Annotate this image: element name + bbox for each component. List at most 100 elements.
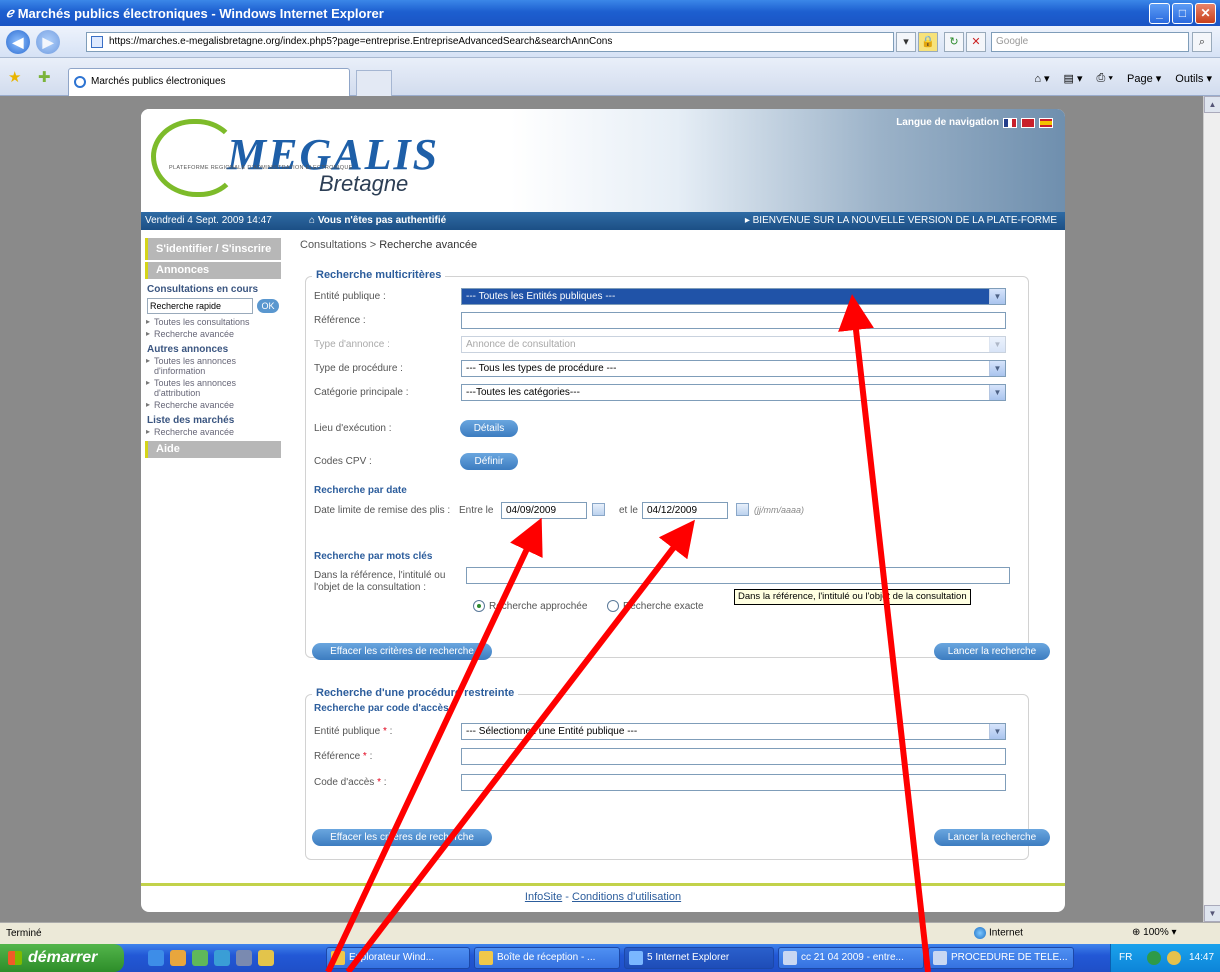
start-button[interactable]: démarrer <box>0 944 124 972</box>
quick-search-input[interactable]: Recherche rapide <box>147 298 253 314</box>
refresh-icon[interactable]: ↻ <box>944 32 964 52</box>
quicklaunch-desktop-icon[interactable] <box>214 950 230 966</box>
restricted-reference-input[interactable] <box>461 748 1006 765</box>
tray-messenger-icon[interactable] <box>1167 951 1181 965</box>
forward-button[interactable]: ▶ <box>36 30 60 54</box>
sidebar-login[interactable]: S'identifier / S'inscrire <box>145 238 281 260</box>
type-procedure-select[interactable]: --- Tous les types de procédure --- ▼ <box>461 360 1006 377</box>
address-toolbar: ◀ ▶ https://marches.e-megalisbretagne.or… <box>0 26 1220 58</box>
maximize-button[interactable]: □ <box>1172 3 1193 24</box>
definir-button[interactable]: Définir <box>460 453 518 470</box>
home-icon[interactable]: ⌂ ▾ <box>1034 72 1049 85</box>
scroll-up-icon[interactable]: ▲ <box>1204 96 1220 113</box>
search-input[interactable]: Google <box>991 32 1189 52</box>
flag-fr-icon[interactable] <box>1003 117 1017 128</box>
scroll-down-icon[interactable]: ▼ <box>1204 905 1220 922</box>
entre-le-label: Entre le <box>459 505 494 516</box>
radio-exact[interactable] <box>607 600 619 612</box>
access-code-section-title: Recherche par code d'accès <box>314 703 449 714</box>
launch-search-button[interactable]: Lancer la recherche <box>934 643 1050 660</box>
inbox-icon <box>479 951 493 965</box>
security-zone: Internet <box>974 927 1023 939</box>
sidebar-item-marches-advanced-search[interactable]: Recherche avancée <box>145 427 281 437</box>
breadcrumb-separator: > <box>369 239 377 251</box>
welcome-message[interactable]: ▸ BIENVENUE SUR LA NOUVELLE VERSION DE L… <box>745 212 1057 230</box>
type-annonce-label: Type d'annonce : <box>314 339 390 350</box>
lock-icon[interactable]: 🔒 <box>918 32 938 52</box>
radio-approx[interactable] <box>473 600 485 612</box>
feeds-icon[interactable]: ▤ ▾ <box>1064 72 1083 85</box>
restricted-clear-button[interactable]: Effacer les critères de recherche <box>312 829 492 846</box>
calendar-icon[interactable] <box>592 503 605 516</box>
new-tab-button[interactable] <box>356 70 392 96</box>
quicklaunch-app-icon[interactable] <box>192 950 208 966</box>
favorites-star-icon[interactable]: ★ <box>8 68 21 86</box>
address-field[interactable]: https://marches.e-megalisbretagne.org/in… <box>86 32 894 52</box>
vertical-scrollbar[interactable]: ▲ ▼ <box>1203 96 1220 922</box>
sidebar-item-attribution-annonces[interactable]: Toutes les annonces d'attribution <box>145 378 281 398</box>
categorie-select[interactable]: ---Toutes les catégories--- ▼ <box>461 384 1006 401</box>
stop-icon[interactable]: ✕ <box>966 32 986 52</box>
date-to-input[interactable]: 04/12/2009 <box>642 502 728 519</box>
reference-input[interactable] <box>461 312 1006 329</box>
task-explorer[interactable]: Explorateur Wind... <box>326 947 470 969</box>
date-from-input[interactable]: 04/09/2009 <box>501 502 587 519</box>
sidebar-item-all-consultations[interactable]: Toutes les consultations <box>145 317 281 327</box>
taskbar: démarrer Explorateur Wind... Boîte de ré… <box>0 944 1220 972</box>
task-inbox[interactable]: Boîte de réception - ... <box>474 947 620 969</box>
sidebar-item-info-annonces[interactable]: Toutes les annonces d'information <box>145 356 281 376</box>
chevron-down-icon: ▼ <box>989 289 1005 304</box>
entite-select[interactable]: --- Toutes les Entités publiques --- ▼ <box>461 288 1006 305</box>
radio-approx-label: Recherche approchée <box>489 601 588 612</box>
clear-criteria-button[interactable]: Effacer les critères de recherche <box>312 643 492 660</box>
multicriteria-legend: Recherche multicritères <box>312 269 446 281</box>
type-procedure-value: --- Tous les types de procédure --- <box>466 363 617 374</box>
et-le-label: et le <box>619 505 638 516</box>
quicklaunch-messenger-icon[interactable] <box>258 950 274 966</box>
folder-icon <box>331 951 345 965</box>
sidebar-item-autres-advanced-search[interactable]: Recherche avancée <box>145 400 281 410</box>
task-internet-explorer[interactable]: 5 Internet Explorer <box>624 947 774 969</box>
sidebar-aide[interactable]: Aide <box>145 441 281 458</box>
sidebar-annonces[interactable]: Annonces <box>145 262 281 279</box>
flag-es-icon[interactable] <box>1039 117 1053 128</box>
close-button[interactable]: ✕ <box>1195 3 1216 24</box>
tools-menu[interactable]: Outils ▾ <box>1175 72 1212 85</box>
conditions-link[interactable]: Conditions d'utilisation <box>572 891 681 903</box>
restricted-entite-value: --- Sélectionnez une Entité publique --- <box>466 726 638 737</box>
tray-app-icon[interactable] <box>1147 951 1161 965</box>
page-menu[interactable]: Page ▾ <box>1127 72 1161 85</box>
sidebar-marches-title: Liste des marchés <box>147 415 235 426</box>
task-cc-document[interactable]: cc 21 04 2009 - entre... <box>778 947 924 969</box>
type-annonce-select: Annonce de consultation ▼ <box>461 336 1006 353</box>
task-procedure[interactable]: PROCEDURE DE TELE... <box>928 947 1074 969</box>
add-favorite-icon[interactable]: ✚ <box>38 68 51 86</box>
minimize-button[interactable]: _ <box>1149 3 1170 24</box>
infosite-link[interactable]: InfoSite <box>525 891 562 903</box>
quick-search: Recherche rapide OK <box>147 298 281 315</box>
calendar-icon[interactable] <box>736 503 749 516</box>
zoom-level[interactable]: ⊕ 100% ▾ <box>1132 927 1177 938</box>
tab-marches[interactable]: Marchés publics électroniques <box>68 68 350 96</box>
flag-en-icon[interactable] <box>1021 117 1035 128</box>
print-icon[interactable]: ⎙ ▾ <box>1097 72 1113 85</box>
quicklaunch-mail-icon[interactable] <box>170 950 186 966</box>
language-indicator[interactable]: FR <box>1119 944 1132 972</box>
date-section-title: Recherche par date <box>314 485 407 496</box>
address-dropdown-icon[interactable]: ▾ <box>896 32 916 52</box>
restricted-search-button[interactable]: Lancer la recherche <box>934 829 1050 846</box>
quick-search-ok-button[interactable]: OK <box>257 299 279 313</box>
access-code-input[interactable] <box>461 774 1006 791</box>
keywords-input[interactable] <box>466 567 1010 584</box>
back-button[interactable]: ◀ <box>6 30 30 54</box>
quicklaunch-ie-icon[interactable] <box>148 950 164 966</box>
restricted-entite-select[interactable]: --- Sélectionnez une Entité publique ---… <box>461 723 1006 740</box>
quicklaunch-media-icon[interactable] <box>236 950 252 966</box>
restricted-fieldset: Recherche d'une procédure restreinte Rec… <box>305 687 1050 860</box>
type-procedure-label: Type de procédure : <box>314 363 403 374</box>
breadcrumb-root[interactable]: Consultations <box>300 239 367 251</box>
details-button[interactable]: Détails <box>460 420 518 437</box>
address-url: https://marches.e-megalisbretagne.org/in… <box>109 36 613 47</box>
search-icon[interactable]: ⌕ <box>1192 32 1212 52</box>
sidebar-item-advanced-search[interactable]: Recherche avancée <box>145 329 281 339</box>
